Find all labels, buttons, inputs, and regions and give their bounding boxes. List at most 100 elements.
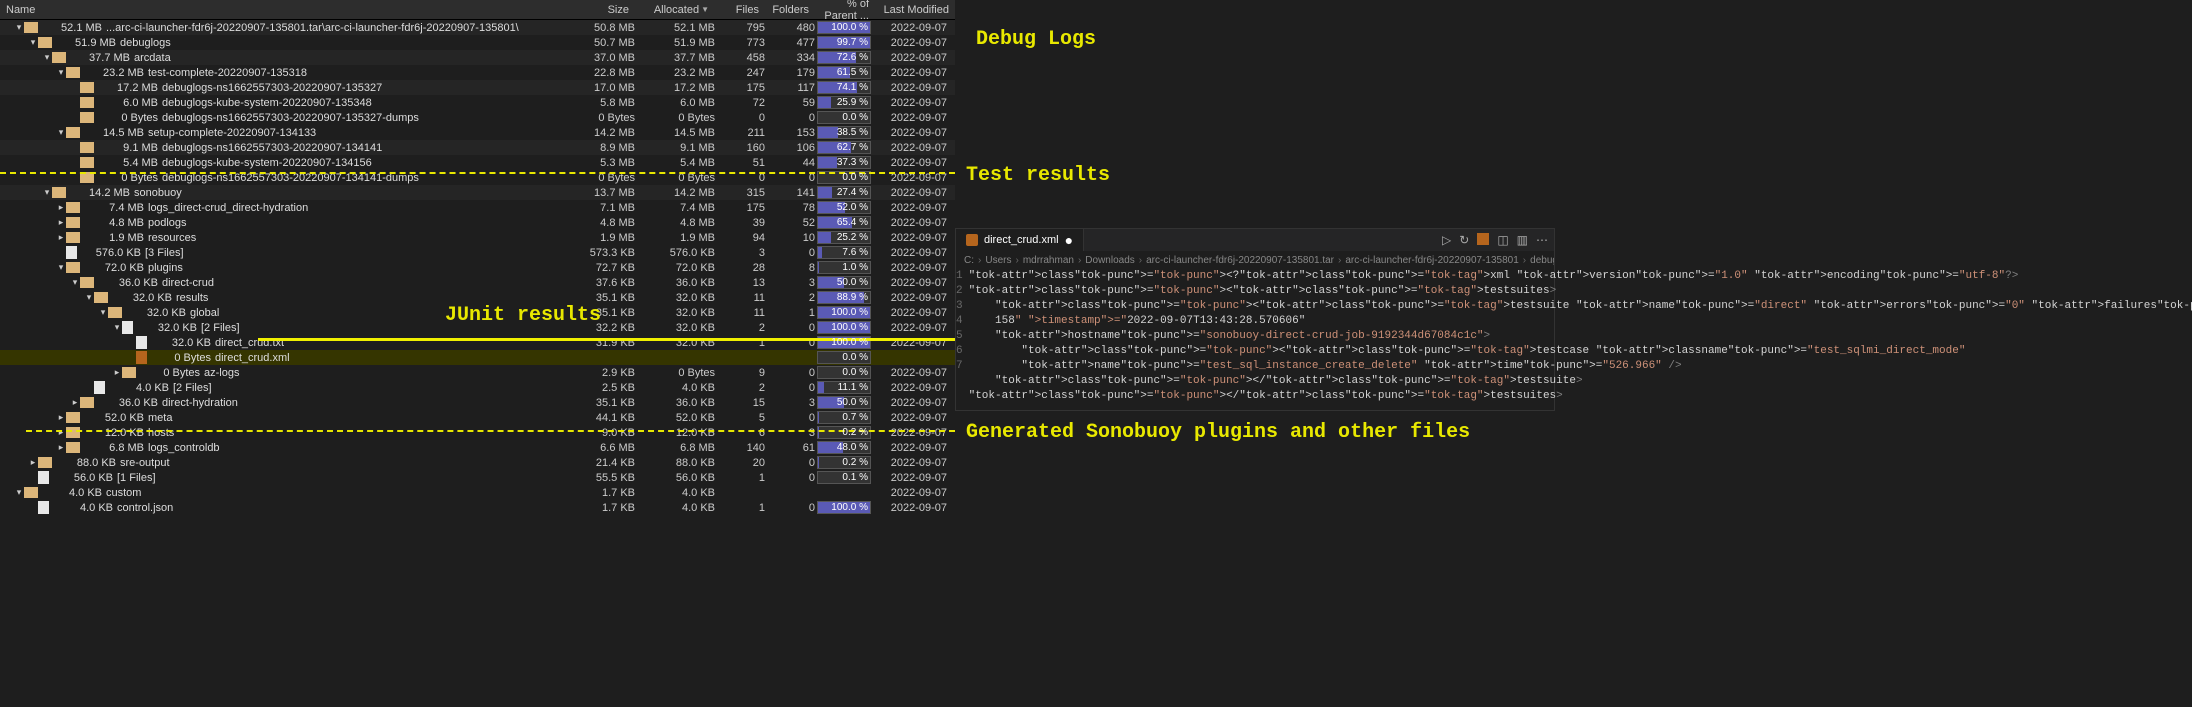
cell: 9.1 MB bbox=[635, 142, 715, 154]
breadcrumb-segment[interactable]: arc-ci-launcher-fdr6j-20220907-135801.ta… bbox=[1146, 255, 1334, 266]
split-icon[interactable]: ◫ bbox=[1497, 233, 1508, 247]
tree-row[interactable]: ▾51.9 MBdebuglogs50.7 MB51.9 MB77347799.… bbox=[0, 35, 955, 50]
tree-panel: Name Size Allocated▼ Files Folders % of … bbox=[0, 0, 955, 707]
expander-icon[interactable]: ▸ bbox=[56, 202, 66, 213]
tree-row[interactable]: ▾14.5 MBsetup-complete-20220907-13413314… bbox=[0, 125, 955, 140]
expander-icon[interactable]: ▸ bbox=[28, 457, 38, 468]
expander-icon[interactable]: ▾ bbox=[28, 37, 38, 48]
tree-row[interactable]: ▾32.0 KB[2 Files]32.2 KB32.0 KB20100.0 %… bbox=[0, 320, 955, 335]
header-allocated[interactable]: Allocated▼ bbox=[635, 2, 715, 18]
tree-row[interactable]: ▾32.0 KBresults35.1 KB32.0 KB11288.9 %20… bbox=[0, 290, 955, 305]
modified-cell: 2022-09-07 bbox=[875, 157, 955, 169]
tree-row[interactable]: ▾14.2 MBsonobuoy13.7 MB14.2 MB31514127.4… bbox=[0, 185, 955, 200]
tree-row[interactable]: ▾52.1 MB...arc-ci-launcher-fdr6j-2022090… bbox=[0, 20, 955, 35]
expander-icon[interactable]: ▸ bbox=[56, 412, 66, 423]
expander-icon[interactable]: ▸ bbox=[56, 232, 66, 243]
tree-row[interactable]: 4.0 KBcontrol.json1.7 KB4.0 KB10100.0 %2… bbox=[0, 500, 955, 515]
header-size[interactable]: Size bbox=[565, 2, 635, 18]
tree-row[interactable]: ▸4.8 MBpodlogs4.8 MB4.8 MB395265.4 %2022… bbox=[0, 215, 955, 230]
expander-icon[interactable]: ▾ bbox=[84, 292, 94, 303]
history-icon[interactable]: ↻ bbox=[1459, 233, 1469, 247]
more-icon[interactable]: ⋯ bbox=[1536, 233, 1548, 247]
expander-icon[interactable]: ▾ bbox=[56, 67, 66, 78]
expander-icon[interactable]: ▸ bbox=[112, 367, 122, 378]
cell: 55.5 KB bbox=[565, 472, 635, 484]
expander-icon[interactable]: ▾ bbox=[42, 52, 52, 63]
breadcrumb-segment[interactable]: arc-ci-launcher-fdr6j-20220907-135801 bbox=[1345, 255, 1518, 266]
tree-row[interactable]: 6.0 MBdebuglogs-kube-system-20220907-135… bbox=[0, 95, 955, 110]
tree-row[interactable]: ▾37.7 MBarcdata37.0 MB37.7 MB45833472.6 … bbox=[0, 50, 955, 65]
tree-row[interactable]: 5.4 MBdebuglogs-kube-system-20220907-134… bbox=[0, 155, 955, 170]
tree-row[interactable]: ▸6.8 MBlogs_controldb6.6 MB6.8 MB1406148… bbox=[0, 440, 955, 455]
cell: 0 bbox=[715, 112, 765, 124]
expander-icon[interactable]: ▾ bbox=[112, 322, 122, 333]
tree-row[interactable]: ▸0 Bytesaz-logs2.9 KB0 Bytes900.0 %2022-… bbox=[0, 365, 955, 380]
tree-row[interactable]: ▾32.0 KBglobal35.1 KB32.0 KB111100.0 %20… bbox=[0, 305, 955, 320]
tree-row[interactable]: 32.0 KBdirect_crud.txt31.9 KB32.0 KB1010… bbox=[0, 335, 955, 350]
expander-icon[interactable]: ▾ bbox=[14, 22, 24, 33]
folder-icon bbox=[66, 262, 80, 273]
size-prefix: 32.0 KB bbox=[151, 337, 211, 349]
tree-row[interactable]: 0 Bytesdebuglogs-ns1662557303-20220907-1… bbox=[0, 110, 955, 125]
expander-icon[interactable]: ▸ bbox=[56, 427, 66, 438]
expander-icon[interactable]: ▾ bbox=[98, 307, 108, 318]
header-files[interactable]: Files bbox=[715, 2, 765, 18]
folder-icon bbox=[122, 367, 136, 378]
editor-tab[interactable]: direct_crud.xml ● bbox=[956, 229, 1084, 251]
header-modified[interactable]: Last Modified bbox=[875, 2, 955, 18]
code-content[interactable]: "tok-attr">class"tok-punc">="tok-punc"><… bbox=[969, 269, 2192, 404]
expander-icon[interactable]: ▾ bbox=[70, 277, 80, 288]
chevron-right-icon: › bbox=[1338, 255, 1341, 266]
tree-row[interactable]: ▾4.0 KBcustom1.7 KB4.0 KB2022-09-07 bbox=[0, 485, 955, 500]
tree-row[interactable]: ▾23.2 MBtest-complete-20220907-13531822.… bbox=[0, 65, 955, 80]
tree-row[interactable]: ▾36.0 KBdirect-crud37.6 KB36.0 KB13350.0… bbox=[0, 275, 955, 290]
folder-icon bbox=[80, 157, 94, 168]
cell: 20 bbox=[715, 457, 765, 469]
cell: 0 bbox=[765, 112, 815, 124]
modified-cell: 2022-09-07 bbox=[875, 82, 955, 94]
tree-row[interactable]: 576.0 KB[3 Files]573.3 KB576.0 KB307.6 %… bbox=[0, 245, 955, 260]
run-icon[interactable]: ▷ bbox=[1442, 233, 1451, 247]
breadcrumb[interactable]: C:›Users›mdrrahman›Downloads›arc-ci-laun… bbox=[956, 251, 1554, 269]
tree-row[interactable]: ▸1.9 MBresources1.9 MB1.9 MB941025.2 %20… bbox=[0, 230, 955, 245]
size-prefix: 9.1 MB bbox=[98, 142, 158, 154]
breadcrumb-segment[interactable]: Users bbox=[985, 255, 1011, 266]
tree-row[interactable]: ▸52.0 KBmeta44.1 KB52.0 KB500.7 %2022-09… bbox=[0, 410, 955, 425]
compare-icon[interactable] bbox=[1477, 233, 1489, 245]
expander-icon[interactable]: ▾ bbox=[56, 127, 66, 138]
breadcrumb-segment[interactable]: debuglogs bbox=[1530, 255, 1554, 266]
tree-row[interactable]: 0 Bytesdirect_crud.xml0.0 % bbox=[0, 350, 955, 365]
tree-row[interactable]: ▸12.0 KBhosts9.0 KB12.0 KB630.2 %2022-09… bbox=[0, 425, 955, 440]
expander-icon[interactable]: ▾ bbox=[42, 187, 52, 198]
tree-row[interactable]: ▸88.0 KBsre-output21.4 KB88.0 KB2000.2 %… bbox=[0, 455, 955, 470]
expander-icon[interactable]: ▾ bbox=[14, 487, 24, 498]
expander-icon[interactable]: ▸ bbox=[70, 397, 80, 408]
tree-row[interactable]: ▸7.4 MBlogs_direct-crud_direct-hydration… bbox=[0, 200, 955, 215]
cell: 8 bbox=[765, 262, 815, 274]
folder-icon bbox=[66, 412, 80, 423]
tree-row[interactable]: 9.1 MBdebuglogs-ns1662557303-20220907-13… bbox=[0, 140, 955, 155]
tree-row[interactable]: 56.0 KB[1 Files]55.5 KB56.0 KB100.1 %202… bbox=[0, 470, 955, 485]
expander-icon[interactable]: ▸ bbox=[56, 442, 66, 453]
percent-cell: 25.9 % bbox=[815, 96, 875, 109]
cell: 2 bbox=[715, 322, 765, 334]
tree-row[interactable]: ▸36.0 KBdirect-hydration35.1 KB36.0 KB15… bbox=[0, 395, 955, 410]
header-folders[interactable]: Folders bbox=[765, 2, 815, 18]
breadcrumb-segment[interactable]: mdrrahman bbox=[1023, 255, 1074, 266]
tree-row[interactable]: 4.0 KB[2 Files]2.5 KB4.0 KB2011.1 %2022-… bbox=[0, 380, 955, 395]
cell: 32.2 KB bbox=[565, 322, 635, 334]
breadcrumb-segment[interactable]: C: bbox=[964, 255, 974, 266]
cell: 5.3 MB bbox=[565, 157, 635, 169]
tree-row[interactable]: 0 Bytesdebuglogs-ns1662557303-20220907-1… bbox=[0, 170, 955, 185]
header-name[interactable]: Name bbox=[0, 2, 565, 18]
layout-icon[interactable]: ▥ bbox=[1517, 233, 1528, 247]
expander-icon[interactable]: ▾ bbox=[56, 262, 66, 273]
tree-row[interactable]: ▾72.0 KBplugins72.7 KB72.0 KB2881.0 %202… bbox=[0, 260, 955, 275]
row-label: custom bbox=[106, 487, 141, 499]
expander-icon[interactable]: ▸ bbox=[56, 217, 66, 228]
cell: 247 bbox=[715, 67, 765, 79]
cell: 4.8 MB bbox=[565, 217, 635, 229]
cell: 480 bbox=[765, 22, 815, 34]
breadcrumb-segment[interactable]: Downloads bbox=[1085, 255, 1134, 266]
tree-row[interactable]: 17.2 MBdebuglogs-ns1662557303-20220907-1… bbox=[0, 80, 955, 95]
